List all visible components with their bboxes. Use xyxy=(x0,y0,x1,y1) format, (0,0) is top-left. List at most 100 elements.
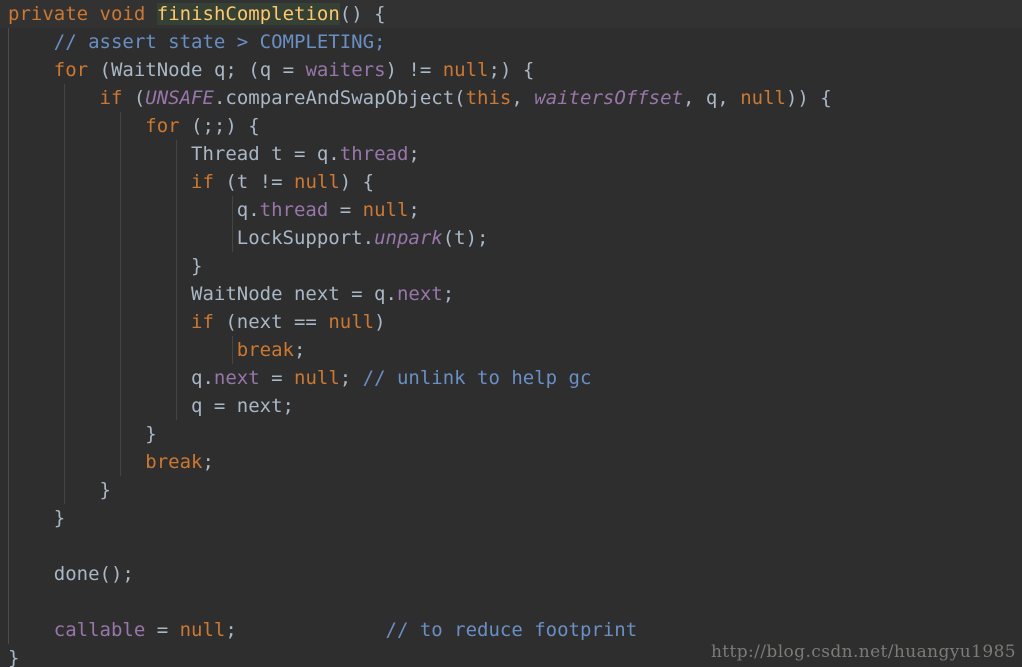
code-line[interactable]: if (t != null) { xyxy=(0,168,1022,196)
code-token: (next == xyxy=(213,311,329,333)
code-line[interactable]: private void finishCompletion() { xyxy=(0,0,1022,28)
code-token: , q, xyxy=(682,87,741,109)
code-token: q. xyxy=(8,367,214,389)
code-token: ; xyxy=(408,199,420,221)
code-token: for xyxy=(145,115,180,137)
code-token: ; xyxy=(408,143,420,165)
code-token: ; xyxy=(202,451,214,473)
code-token: WaitNode xyxy=(191,283,283,305)
code-line[interactable]: if (UNSAFE.compareAndSwapObject(this, wa… xyxy=(0,84,1022,112)
code-line[interactable]: for (WaitNode q; (q = waiters) != null;)… xyxy=(0,56,1022,84)
code-token: // unlink to help gc xyxy=(362,367,592,389)
code-token: ) xyxy=(374,311,386,333)
code-token: null xyxy=(179,619,226,641)
code-token: )) { xyxy=(785,87,832,109)
code-token: this xyxy=(465,87,512,109)
code-line[interactable]: break; xyxy=(0,336,1022,364)
code-token: null xyxy=(362,199,409,221)
code-token: LockSupport xyxy=(236,227,363,249)
code-token: = xyxy=(259,367,294,389)
code-line[interactable]: LockSupport.unpark(t); xyxy=(0,224,1022,252)
code-line[interactable]: q.thread = null; xyxy=(0,196,1022,224)
code-token: null xyxy=(294,367,340,389)
code-line[interactable] xyxy=(0,532,1022,560)
watermark-url: http://blog.csdn.net/huangyu1985 xyxy=(710,642,1016,662)
code-line[interactable]: q.next = null; // unlink to help gc xyxy=(0,364,1022,392)
code-token: Thread xyxy=(191,143,260,165)
code-token: } xyxy=(8,507,66,529)
code-content[interactable]: private void finishCompletion() { // ass… xyxy=(0,0,1022,667)
code-token: ; xyxy=(339,367,363,389)
code-token: () xyxy=(339,3,363,25)
code-token: (t); xyxy=(442,227,489,249)
code-editor-screenshot: private void finishCompletion() { // ass… xyxy=(0,0,1022,667)
code-line[interactable]: done(); xyxy=(0,560,1022,588)
code-token: { xyxy=(374,3,386,25)
code-line[interactable]: WaitNode next = q.next; xyxy=(0,280,1022,308)
code-token: next xyxy=(213,367,260,389)
code-line[interactable]: callable = null; // to reduce footprint xyxy=(0,616,1022,644)
code-token: ( xyxy=(88,59,111,81)
code-token: private xyxy=(8,3,89,25)
code-token: next xyxy=(396,283,443,305)
code-token: break xyxy=(236,339,294,361)
code-token: null xyxy=(442,59,489,81)
code-line[interactable]: if (next == null) xyxy=(0,308,1022,336)
code-token: null xyxy=(328,311,375,333)
code-token: . xyxy=(362,227,375,249)
code-line[interactable] xyxy=(0,588,1022,616)
code-token: ;) { xyxy=(488,59,535,81)
code-token: q. xyxy=(8,199,260,221)
code-token: } xyxy=(8,423,157,445)
code-token: ) { xyxy=(339,171,375,193)
code-token: unpark xyxy=(374,227,443,249)
code-token: = xyxy=(145,619,180,641)
code-token: null xyxy=(294,171,340,193)
code-token: , xyxy=(511,87,535,109)
code-token: (;;) { xyxy=(179,115,260,137)
code-token: ; xyxy=(442,283,455,305)
code-line[interactable]: } xyxy=(0,420,1022,448)
code-token: WaitNode xyxy=(110,59,203,81)
code-token: ; xyxy=(225,619,386,641)
code-line[interactable]: // assert state > COMPLETING; xyxy=(0,28,1022,56)
code-token: break xyxy=(145,451,203,473)
code-line[interactable]: break; xyxy=(0,448,1022,476)
code-token: done(); xyxy=(8,563,134,585)
code-line[interactable]: } xyxy=(0,252,1022,280)
code-token: // assert state > COMPLETING; xyxy=(53,31,386,53)
code-token: t = q. xyxy=(259,143,340,165)
code-token: // to reduce footprint xyxy=(385,619,638,641)
code-token: ) != xyxy=(385,59,443,81)
code-token: waiters xyxy=(305,59,386,81)
code-token: null xyxy=(740,87,786,109)
code-token: void xyxy=(99,3,146,25)
code-token: } xyxy=(8,479,111,501)
code-line[interactable]: q = next; xyxy=(0,392,1022,420)
code-line[interactable]: Thread t = q.thread; xyxy=(0,140,1022,168)
code-line[interactable]: } xyxy=(0,476,1022,504)
code-token: UNSAFE xyxy=(145,87,214,109)
code-token: .compareAndSwapObject( xyxy=(213,87,466,109)
code-line[interactable]: for (;;) { xyxy=(0,112,1022,140)
code-token: q; (q = xyxy=(202,59,306,81)
code-token: (t != xyxy=(213,171,294,193)
code-line[interactable]: } xyxy=(0,504,1022,532)
code-token: callable xyxy=(53,619,146,641)
code-token: if xyxy=(191,311,214,333)
code-token: if xyxy=(99,87,123,109)
